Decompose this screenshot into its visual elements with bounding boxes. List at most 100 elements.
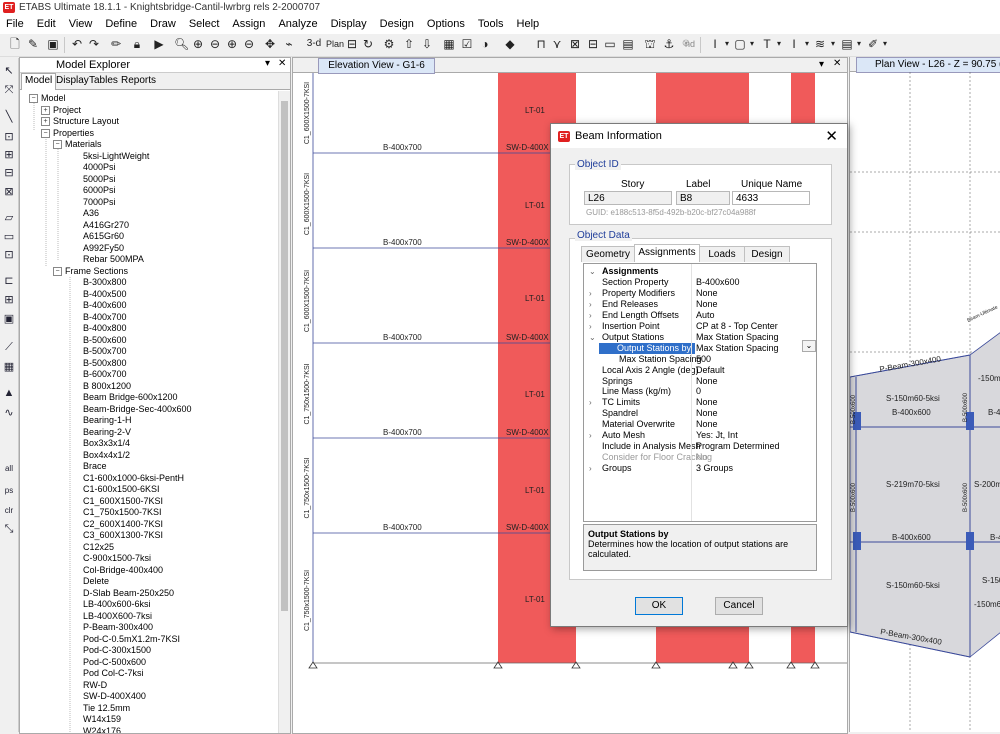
tree-item-frame-section[interactable]: C1_750x1500-7KSI — [83, 507, 162, 518]
tree-item-frame-section[interactable]: C2_600X1400-7KSI — [83, 519, 163, 530]
property-row[interactable]: ⌄ Output Stations Max Station Spacing — [584, 332, 816, 343]
tab-plan-view[interactable]: Plan View - L26 - Z = 90.75 (m) — [856, 57, 1000, 73]
expand-chevron-icon[interactable]: › — [589, 397, 592, 408]
save-icon[interactable]: ▣ — [46, 37, 60, 51]
tab-design[interactable]: Design — [744, 246, 790, 262]
intersecting-line-icon[interactable]: ⤡ — [2, 522, 16, 536]
label-field[interactable]: B8 — [676, 191, 730, 205]
menu-analyze[interactable]: Analyze — [272, 16, 324, 30]
brace-icon[interactable]: ⛫ — [643, 37, 657, 51]
menu-define[interactable]: Define — [99, 16, 144, 30]
property-row[interactable]: Max Station Spacing 500 — [584, 354, 816, 365]
draw-brace-icon[interactable]: ⊠ — [2, 185, 16, 199]
diagonal-icon[interactable]: ⋎ — [550, 37, 564, 51]
property-row[interactable]: › TC Limits None — [584, 397, 816, 408]
menu-view[interactable]: View — [63, 16, 100, 30]
tree-item-frame-section[interactable]: Col-Bridge-400x400 — [83, 565, 163, 576]
grid-icon[interactable]: ▤ — [621, 37, 635, 51]
tree-item-frame-section[interactable]: Tie 12.5mm — [83, 703, 130, 714]
draw-grid-icon[interactable]: ▦ — [2, 360, 16, 374]
tree-item-frame-section[interactable]: LB-400X600-7ksi — [83, 611, 152, 622]
tree-node[interactable]: Materials — [65, 139, 102, 150]
expand-chevron-icon[interactable]: › — [589, 310, 592, 321]
draw-floor-icon[interactable]: ▱ — [2, 211, 16, 225]
new-model-icon[interactable]: 🗋 — [8, 37, 22, 51]
move-up-icon[interactable]: ⇧ — [402, 37, 416, 51]
tree-item-frame-section[interactable]: RW-D — [83, 680, 107, 691]
collapse-icon[interactable]: − — [41, 128, 50, 138]
tree-item-material[interactable]: 6000Psi — [83, 185, 116, 196]
dropdown-chevron-icon[interactable]: ▾ — [878, 37, 892, 51]
scrollbar-thumb[interactable] — [281, 101, 288, 611]
tree-item-frame-section[interactable]: Box3x3x1/4 — [83, 438, 130, 449]
property-row[interactable]: Springs None — [584, 376, 816, 387]
load-icon[interactable]: ≋ — [813, 37, 827, 51]
quick-draw-area-icon[interactable]: ⊡ — [2, 248, 16, 262]
chevron-down-icon[interactable]: ▾ — [819, 59, 824, 70]
zoom-out-icon[interactable]: ⊖ — [208, 37, 222, 51]
unique-name-field[interactable]: 4633 — [732, 191, 810, 205]
tree-item-frame-section[interactable]: C3_600X1300-7KSI — [83, 530, 163, 541]
tree-item-material[interactable]: A992Fy50 — [83, 243, 124, 254]
tree-item-frame-section[interactable]: C1_600X1500-7KSI — [83, 496, 163, 507]
tree-item-frame-section[interactable]: D-Slab Beam-250x250 — [83, 588, 174, 599]
run-analysis-icon[interactable]: ▶ — [152, 37, 166, 51]
tree-node-frame-sections[interactable]: Frame Sections — [65, 266, 128, 277]
zoom-previous-icon[interactable]: ⊖ — [242, 37, 256, 51]
menu-edit[interactable]: Edit — [31, 16, 63, 30]
expand-chevron-icon[interactable]: › — [589, 288, 592, 299]
tree-item-frame-section[interactable]: C-900x1500-7ksi — [83, 553, 151, 564]
elevation-view-icon[interactable]: ⊟ — [345, 37, 359, 51]
tree-item-frame-section[interactable]: SW-D-400X400 — [83, 691, 146, 702]
tree-item-frame-section[interactable]: B 800x1200 — [83, 381, 131, 392]
tab-reports[interactable]: Reports — [118, 74, 159, 88]
tree-item-frame-section[interactable]: B-500x800 — [83, 358, 127, 369]
property-row[interactable]: Include in Analysis Mesh Program Determin… — [584, 441, 816, 452]
menu-design[interactable]: Design — [374, 16, 421, 30]
menu-tools[interactable]: Tools — [472, 16, 511, 30]
undo-icon[interactable]: ↶ — [70, 37, 84, 51]
tree-item-frame-section[interactable]: Beam-Bridge-Sec-400x600 — [83, 404, 192, 415]
tree-node[interactable]: Structure Layout — [53, 116, 119, 127]
expand-chevron-icon[interactable]: › — [589, 299, 592, 310]
tree-item-frame-section[interactable]: LB-400x600-6ksi — [83, 599, 151, 610]
expand-icon[interactable]: + — [41, 117, 50, 126]
rubber-band-icon[interactable]: ⌁ — [282, 37, 296, 51]
explorer-scrollbar[interactable] — [278, 91, 290, 733]
tab-geometry[interactable]: Geometry — [581, 246, 635, 262]
tree-node[interactable]: Model — [41, 93, 66, 104]
view-3d-button[interactable]: 3-d — [304, 37, 324, 51]
tree-item-frame-section[interactable]: Pod-C-0.5mX1.2m-7KSI — [83, 634, 180, 645]
tree-item-material[interactable]: Rebar 500MPA — [83, 254, 144, 265]
tab-elevation-view[interactable]: Elevation View - G1-6 — [318, 58, 435, 74]
tree-item-frame-section[interactable]: P-Beam-300x400 — [83, 622, 153, 633]
expand-icon[interactable]: + — [41, 105, 50, 115]
previous-selection-icon[interactable]: ps — [2, 484, 16, 498]
tab-model[interactable]: Model — [21, 73, 57, 90]
draw-rect-area-icon[interactable]: ▭ — [2, 230, 16, 244]
menu-options[interactable]: Options — [421, 16, 472, 30]
property-row[interactable]: › Auto Mesh Yes: Jt, Int — [584, 430, 816, 441]
draw-column-icon[interactable]: ⊞ — [2, 148, 16, 162]
tree-item-frame-section[interactable]: B-400x600 — [83, 300, 127, 311]
plan-view-button[interactable]: Plan — [326, 37, 344, 51]
open-icon[interactable]: ✎ — [26, 37, 40, 51]
perspective-icon[interactable]: ⚙ — [382, 37, 396, 51]
cancel-button[interactable]: Cancel — [715, 597, 763, 615]
zoom-in-icon[interactable]: ⊕ — [191, 37, 205, 51]
tree-item-frame-section[interactable]: C1-600x1000-6ksi-PentH — [83, 473, 184, 484]
tab-tables[interactable]: Tables — [86, 74, 121, 88]
collapse-chevron-icon[interactable]: ⌄ — [589, 266, 596, 277]
property-row[interactable]: Section Property B-400x600 — [584, 277, 816, 288]
redo-icon[interactable]: ↷ — [87, 37, 101, 51]
menu-select[interactable]: Select — [183, 16, 227, 30]
tree-item-material[interactable]: 7000Psi — [83, 197, 116, 208]
draw-opening-icon[interactable]: ⊞ — [2, 293, 16, 307]
expand-chevron-icon[interactable]: › — [589, 463, 592, 474]
pencil-icon[interactable]: ✏ — [109, 37, 123, 51]
property-row[interactable]: Local Axis 2 Angle (deg) Default — [584, 365, 816, 376]
link-icon[interactable]: ⚓︎ — [662, 37, 676, 51]
move-down-icon[interactable]: ⇩ — [420, 37, 434, 51]
draw-dimension-icon[interactable]: ⟋ — [2, 340, 16, 354]
property-row[interactable]: › End Releases None — [584, 299, 816, 310]
